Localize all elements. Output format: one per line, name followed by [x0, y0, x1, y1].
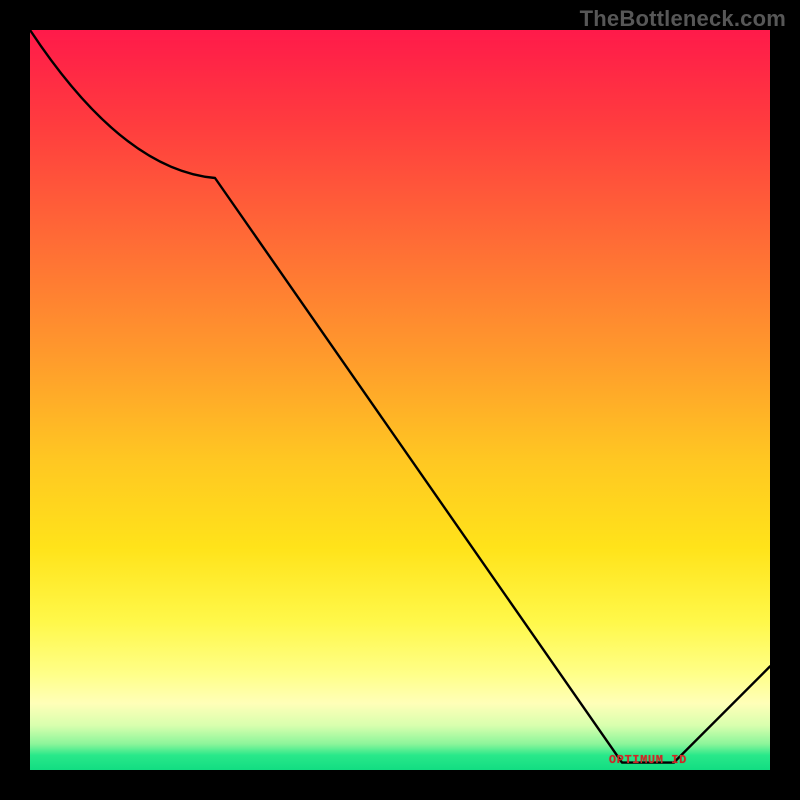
- chart-frame: TheBottleneck.com OPTIMUM ID: [0, 0, 800, 800]
- bottleneck-curve: [30, 30, 770, 763]
- plot-area: OPTIMUM ID: [30, 30, 770, 770]
- valley-label: OPTIMUM ID: [609, 753, 687, 767]
- watermark-text: TheBottleneck.com: [580, 6, 786, 32]
- line-layer: [30, 30, 770, 770]
